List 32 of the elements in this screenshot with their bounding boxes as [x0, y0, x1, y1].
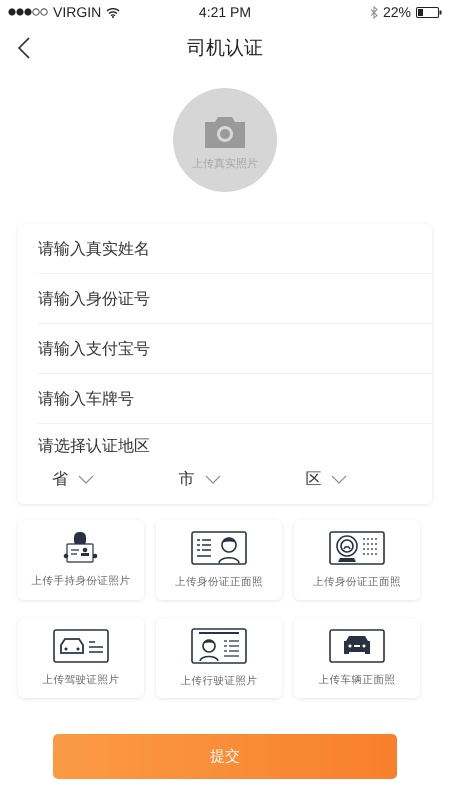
upload-tile[interactable]: 上传驾驶证照片	[18, 618, 144, 698]
upload-tile[interactable]: 上传身份证正面照	[156, 520, 282, 600]
upload-tile[interactable]: 上传身份证正面照	[294, 520, 420, 600]
person-holding-card-icon	[63, 532, 99, 564]
signal-icon	[8, 8, 48, 16]
upload-tile[interactable]: 上传车辆正面照	[294, 618, 420, 698]
chevron-down-icon	[331, 475, 348, 484]
id-card-icon	[191, 531, 247, 565]
wifi-icon	[106, 6, 120, 18]
chevron-down-icon	[78, 475, 94, 484]
driver-license-car-icon	[53, 629, 109, 663]
clock-time: 4:21 PM	[198, 4, 252, 20]
upload-tile[interactable]: 上传手持身份证照片	[18, 520, 144, 600]
region-dropdown[interactable]: 省	[52, 467, 94, 492]
region-label: 请选择认证地区	[38, 435, 151, 457]
carrier-name: VIRGIN	[53, 4, 102, 20]
car-icon	[329, 629, 385, 663]
input-field[interactable]: 请输入车牌号	[38, 374, 432, 424]
chevron-down-icon	[204, 475, 221, 484]
input-field[interactable]: 请输入支付宝号	[38, 324, 432, 374]
region-dropdown[interactable]: 区	[305, 467, 348, 492]
page-title: 司机认证	[187, 36, 263, 61]
input-field[interactable]: 请输入真实姓名	[38, 224, 432, 274]
license-card-icon	[191, 628, 247, 664]
battery-icon	[416, 6, 442, 18]
bluetooth-icon	[370, 6, 378, 18]
upload-tile[interactable]: 上传行驶证照片	[156, 618, 282, 698]
input-field[interactable]: 请输入身份证号	[38, 274, 432, 324]
region-dropdown[interactable]: 市	[178, 467, 221, 492]
camera-icon	[203, 116, 247, 148]
battery-percent: 22%	[382, 4, 411, 20]
id-card-emblem-icon	[329, 531, 385, 565]
